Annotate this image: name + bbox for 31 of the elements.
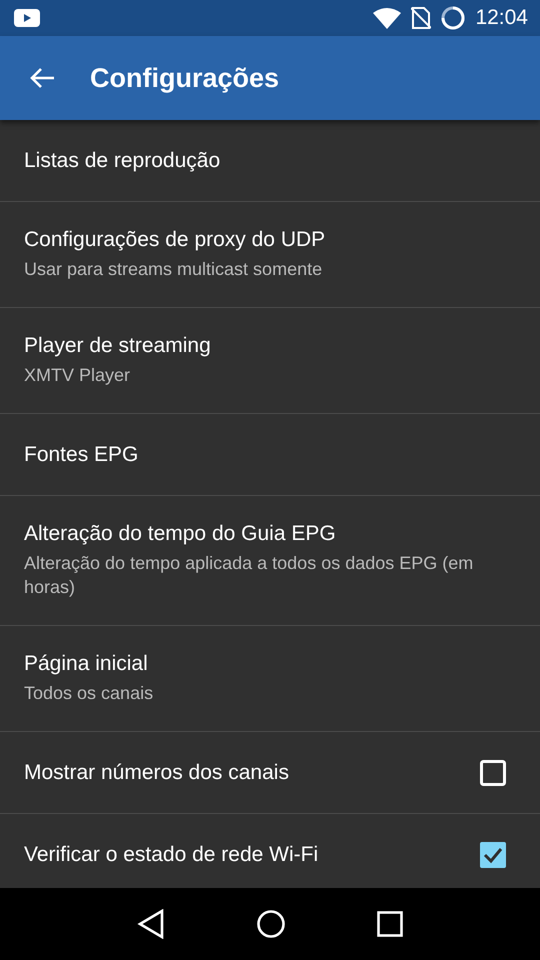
settings-item[interactable]: Alteração do tempo do Guia EPG Alteração do tempo aplicada a todos os dados EPG (em horas) [0, 496, 540, 626]
no-sim-icon [411, 6, 432, 30]
setting-title: Configurações de proxy do UDP [24, 228, 326, 252]
setting-title: Player de streaming [24, 334, 212, 358]
setting-title: Alteração do tempo do Guia EPG [24, 522, 337, 546]
setting-summary: XMTV Player [24, 364, 132, 387]
settings-item[interactable]: Configurações de proxy do UDP Usar para streams multicast somente [0, 202, 540, 308]
setting-summary: Todos os canais [24, 682, 154, 705]
setting-summary: Alteração do tempo aplicada a todos os dados EPG (em horas) [24, 552, 474, 599]
setting-title: Listas de reprodução [24, 148, 222, 172]
setting-summary: Usar para streams multicast somente [24, 258, 324, 281]
wifi-icon [373, 7, 402, 29]
back-arrow-icon[interactable] [29, 67, 55, 89]
home-icon[interactable] [256, 909, 286, 939]
settings-item[interactable]: Fontes EPG [0, 414, 540, 496]
setting-title: Página inicial [24, 652, 149, 676]
settings-item[interactable]: Listas de reprodução [0, 120, 540, 202]
screen-title: Configurações [90, 62, 280, 94]
back-icon[interactable] [137, 909, 166, 939]
clock-time: 12:04 [475, 6, 528, 30]
settings-item[interactable]: Player de streaming XMTV Player [0, 308, 540, 414]
settings-item[interactable]: Mostrar números dos canais [0, 732, 540, 814]
play-icon [14, 9, 40, 27]
checkbox[interactable] [480, 842, 506, 868]
setting-title: Verificar o estado de rede Wi-Fi [24, 842, 320, 866]
setting-title: Mostrar números dos canais [24, 760, 290, 784]
loading-icon [441, 6, 466, 30]
recents-icon[interactable] [376, 911, 403, 937]
settings-item[interactable]: Página inicial Todos os canais [0, 626, 540, 732]
checkbox[interactable] [480, 760, 506, 786]
setting-title: Fontes EPG [24, 442, 140, 466]
